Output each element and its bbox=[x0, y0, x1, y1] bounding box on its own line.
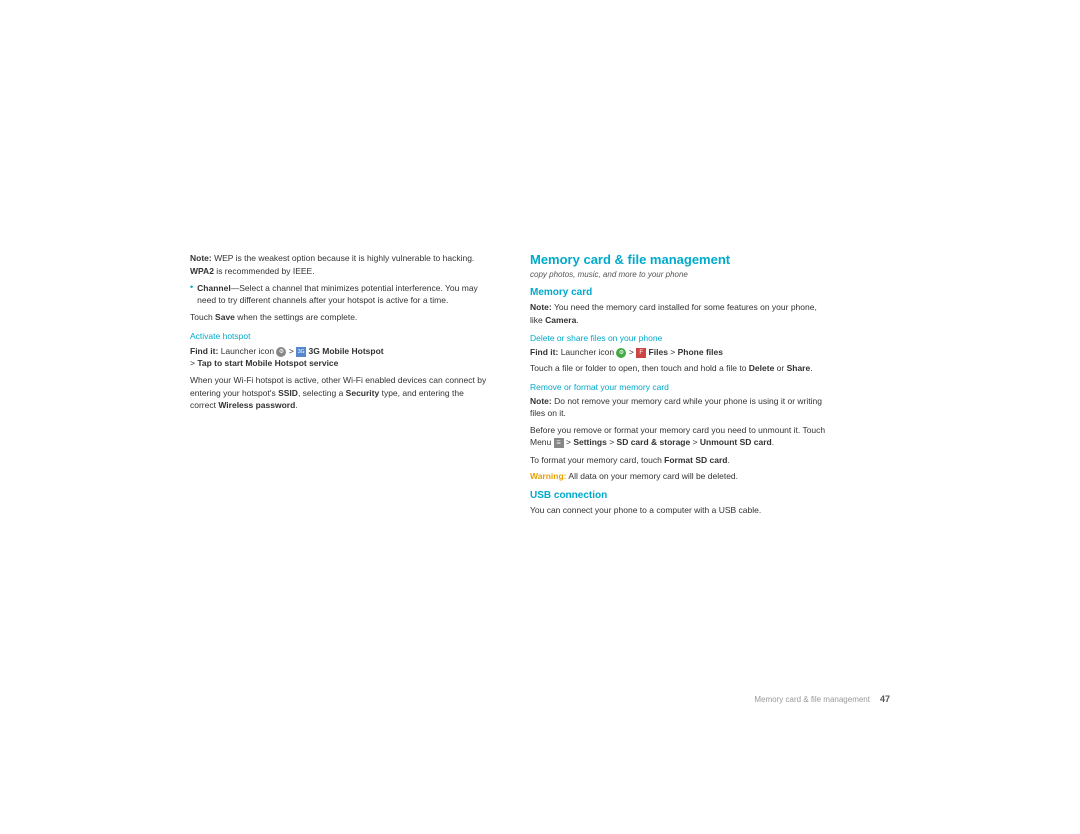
format-text1: To format your memory card, touch bbox=[530, 455, 664, 465]
save-bold: Save bbox=[215, 312, 235, 322]
warning-note: Warning: All data on your memory card wi… bbox=[530, 470, 830, 482]
main-heading: Memory card & file management bbox=[530, 252, 830, 267]
footer-text: Memory card & file management bbox=[754, 695, 870, 704]
delete-bold: Delete bbox=[749, 363, 775, 373]
warning-label: Warning: bbox=[530, 471, 567, 481]
channel-label: Channel bbox=[197, 283, 231, 293]
page-number: 47 bbox=[880, 694, 890, 704]
note-wep-text1: WEP is the weakest option because it is … bbox=[212, 253, 475, 263]
ssid-bold: SSID bbox=[278, 388, 298, 398]
mobile-hotspot-bold: 3G Mobile Hotspot bbox=[309, 346, 384, 356]
save-text1: Touch bbox=[190, 312, 215, 322]
activate-hotspot-label: Activate hotspot bbox=[190, 331, 490, 341]
subtitle: copy photos, music, and more to your pho… bbox=[530, 270, 830, 279]
settings-bold: Settings bbox=[573, 437, 607, 447]
note-label-wep: Note: bbox=[190, 253, 212, 263]
remove-note-label: Note: bbox=[530, 396, 552, 406]
memory-note-label: Note: bbox=[530, 302, 552, 312]
unmount-bold: Unmount SD card bbox=[700, 437, 772, 447]
memory-card-heading: Memory card bbox=[530, 287, 830, 298]
format-sd-bold: Format SD card bbox=[664, 455, 727, 465]
bullet-dot: • bbox=[190, 282, 193, 307]
before-text2: > bbox=[564, 437, 574, 447]
find-it-files-label: Find it: bbox=[530, 347, 558, 357]
note-wep-bold: WPA2 bbox=[190, 266, 214, 276]
find-it-text2: > bbox=[289, 346, 296, 356]
camera-bold: Camera bbox=[545, 315, 576, 325]
share-bold: Share bbox=[787, 363, 811, 373]
channel-text: Channel—Select a channel that minimizes … bbox=[197, 282, 490, 307]
find-it-label: Find it: bbox=[190, 346, 218, 356]
before-text4: > bbox=[690, 437, 700, 447]
sd-storage-bold: SD card & storage bbox=[617, 437, 691, 447]
launcher-icon-files: ⚙ bbox=[616, 348, 626, 358]
wifi-text2: , selecting a bbox=[298, 388, 346, 398]
format-note: To format your memory card, touch Format… bbox=[530, 454, 830, 466]
3g-icon: 3G bbox=[296, 347, 306, 357]
remove-note-text: Do not remove your memory card while you… bbox=[530, 396, 822, 418]
left-column: Note: WEP is the weakest option because … bbox=[190, 252, 490, 521]
launcher-icon: ⚙ bbox=[276, 347, 286, 357]
wireless-password-bold: Wireless password bbox=[218, 400, 295, 410]
page-footer: Memory card & file management 47 bbox=[754, 694, 890, 704]
warning-text: All data on your memory card will be del… bbox=[567, 471, 739, 481]
usb-connection-text: You can connect your phone to a computer… bbox=[530, 504, 830, 516]
memory-note-text2: . bbox=[576, 315, 578, 325]
content-area: Note: WEP is the weakest option because … bbox=[190, 252, 890, 521]
channel-body: —Select a channel that minimizes potenti… bbox=[197, 283, 478, 305]
remove-format-heading: Remove or format your memory card bbox=[530, 382, 830, 392]
delete-share-heading: Delete or share files on your phone bbox=[530, 333, 830, 343]
find-it-text1: Launcher icon bbox=[221, 346, 277, 356]
before-text5: . bbox=[772, 437, 774, 447]
files-icon: F bbox=[636, 348, 646, 358]
touch-file-note: Touch a file or folder to open, then tou… bbox=[530, 362, 830, 374]
phone-files-bold: Phone files bbox=[678, 347, 723, 357]
before-remove-note: Before you remove or format your memory … bbox=[530, 424, 830, 449]
page: Note: WEP is the weakest option because … bbox=[0, 0, 1080, 834]
wifi-active-note: When your Wi-Fi hotspot is active, other… bbox=[190, 374, 490, 411]
touch-text3: . bbox=[810, 363, 812, 373]
files-bold: Files bbox=[649, 347, 668, 357]
memory-card-note: Note: You need the memory card installed… bbox=[530, 301, 830, 326]
format-text2: . bbox=[727, 455, 729, 465]
wifi-text4: . bbox=[295, 400, 297, 410]
remove-note: Note: Do not remove your memory card whi… bbox=[530, 395, 830, 420]
touch-text2: or bbox=[774, 363, 786, 373]
find-files-text1: Launcher icon bbox=[561, 347, 617, 357]
usb-connection-heading: USB connection bbox=[530, 490, 830, 501]
before-text3: > bbox=[607, 437, 617, 447]
menu-icon: ☰ bbox=[554, 438, 564, 448]
find-files-arrow2: > bbox=[670, 347, 677, 357]
bullet-channel: • Channel—Select a channel that minimize… bbox=[190, 282, 490, 307]
save-note: Touch Save when the settings are complet… bbox=[190, 311, 490, 323]
find-files-arrow1: > bbox=[629, 347, 636, 357]
right-column: Memory card & file management copy photo… bbox=[530, 252, 830, 521]
security-bold: Security bbox=[346, 388, 380, 398]
note-wep: Note: WEP is the weakest option because … bbox=[190, 252, 490, 277]
save-text2: when the settings are complete. bbox=[235, 312, 357, 322]
tap-to-start-bold: Tap to start Mobile Hotspot service bbox=[197, 358, 338, 368]
note-wep-text2: is recommended by IEEE. bbox=[214, 266, 315, 276]
find-it-files: Find it: Launcher icon ⚙ > F Files > Pho… bbox=[530, 346, 830, 358]
find-it-hotspot: Find it: Launcher icon ⚙ > 3G 3G Mobile … bbox=[190, 345, 490, 370]
touch-text1: Touch a file or folder to open, then tou… bbox=[530, 363, 749, 373]
